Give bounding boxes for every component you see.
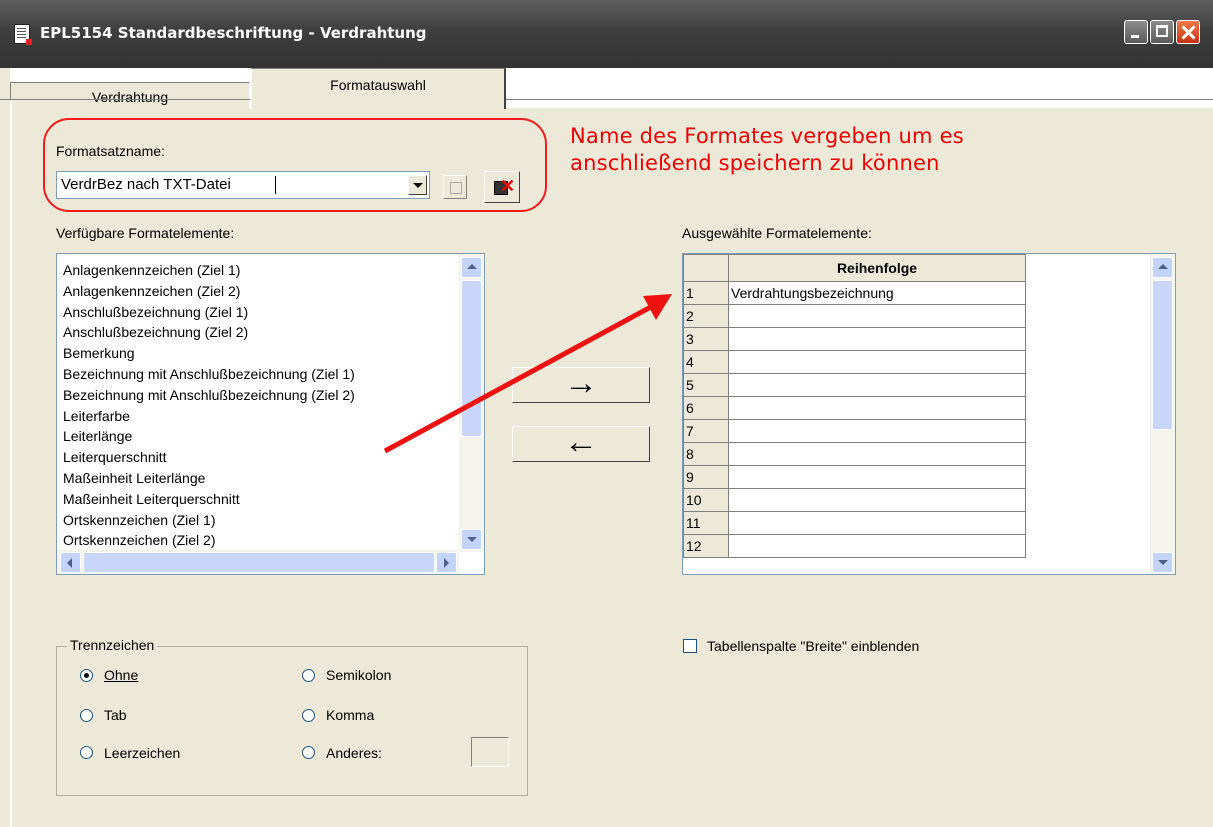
tab-formatauswahl[interactable]: Formatauswahl xyxy=(250,68,506,109)
annotation-arrow-icon xyxy=(383,294,672,454)
window: EPL5154 Standardbeschriftung - Verdrahtu… xyxy=(0,0,1213,827)
